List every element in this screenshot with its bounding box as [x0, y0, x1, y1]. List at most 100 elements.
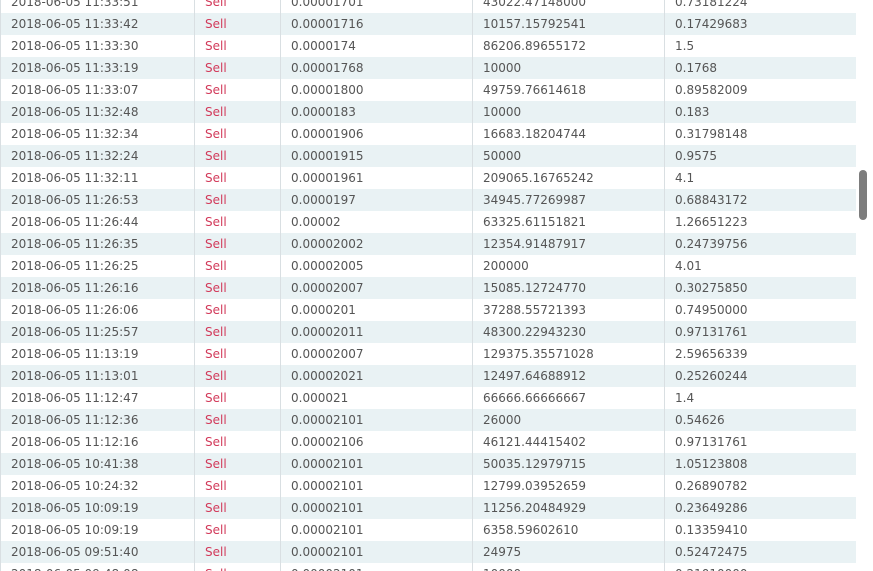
table-row: 2018-06-05 11:26:35 Sell 0.00002002 1235… [0, 233, 857, 255]
cell-price: 0.00002101 [280, 541, 473, 563]
vertical-scrollbar[interactable] [856, 0, 873, 571]
table-row: 2018-06-05 11:26:06 Sell 0.0000201 37288… [0, 299, 857, 321]
cell-amount: 129375.35571028 [472, 343, 665, 365]
cell-total: 0.31798148 [664, 123, 857, 145]
cell-price: 0.0000197 [280, 189, 473, 211]
cell-amount: 63325.61151821 [472, 211, 665, 233]
table-row: 2018-06-05 11:32:48 Sell 0.0000183 10000… [0, 101, 857, 123]
cell-amount: 11256.20484929 [472, 497, 665, 519]
cell-total: 2.59656339 [664, 343, 857, 365]
cell-price: 0.00002101 [280, 409, 473, 431]
table-row: 2018-06-05 11:33:19 Sell 0.00001768 1000… [0, 57, 857, 79]
cell-type: Sell [194, 79, 281, 101]
cell-amount: 48300.22943230 [472, 321, 665, 343]
cell-type: Sell [194, 365, 281, 387]
cell-total: 0.97131761 [664, 321, 857, 343]
trade-history-panel: 2018-06-05 11:33:51 Sell 0.00001701 4302… [0, 0, 873, 571]
cell-time: 2018-06-05 09:51:40 [0, 541, 195, 563]
cell-total: 0.54626 [664, 409, 857, 431]
cell-amount: 200000 [472, 255, 665, 277]
cell-time: 2018-06-05 11:13:01 [0, 365, 195, 387]
cell-total: 0.13359410 [664, 519, 857, 541]
cell-time: 2018-06-05 11:12:16 [0, 431, 195, 453]
cell-total: 1.5 [664, 35, 857, 57]
cell-time: 2018-06-05 09:48:08 [0, 563, 195, 571]
cell-total: 1.05123808 [664, 453, 857, 475]
cell-amount: 43022.47148000 [472, 0, 665, 13]
cell-type: Sell [194, 387, 281, 409]
cell-time: 2018-06-05 10:09:19 [0, 497, 195, 519]
cell-time: 2018-06-05 10:41:38 [0, 453, 195, 475]
table-row: 2018-06-05 11:33:30 Sell 0.0000174 86206… [0, 35, 857, 57]
table-row: 2018-06-05 11:13:19 Sell 0.00002007 1293… [0, 343, 857, 365]
cell-type: Sell [194, 563, 281, 571]
cell-time: 2018-06-05 11:26:44 [0, 211, 195, 233]
cell-price: 0.00002007 [280, 343, 473, 365]
cell-time: 2018-06-05 11:26:53 [0, 189, 195, 211]
table-row: 2018-06-05 11:26:16 Sell 0.00002007 1508… [0, 277, 857, 299]
cell-type: Sell [194, 497, 281, 519]
cell-amount: 50035.12979715 [472, 453, 665, 475]
cell-total: 4.1 [664, 167, 857, 189]
cell-price: 0.00002021 [280, 365, 473, 387]
cell-time: 2018-06-05 11:33:07 [0, 79, 195, 101]
cell-type: Sell [194, 123, 281, 145]
cell-total: 0.25260244 [664, 365, 857, 387]
cell-price: 0.00002 [280, 211, 473, 233]
table-row: 2018-06-05 11:32:11 Sell 0.00001961 2090… [0, 167, 857, 189]
cell-amount: 10157.15792541 [472, 13, 665, 35]
table-row: 2018-06-05 11:13:01 Sell 0.00002021 1249… [0, 365, 857, 387]
cell-time: 2018-06-05 10:09:19 [0, 519, 195, 541]
cell-price: 0.00001961 [280, 167, 473, 189]
table-row: 2018-06-05 10:09:19 Sell 0.00002101 6358… [0, 519, 857, 541]
cell-total: 0.97131761 [664, 431, 857, 453]
cell-type: Sell [194, 145, 281, 167]
cell-type: Sell [194, 167, 281, 189]
cell-price: 0.0000183 [280, 101, 473, 123]
cell-price: 0.00002101 [280, 475, 473, 497]
cell-time: 2018-06-05 11:33:51 [0, 0, 195, 13]
table-row: 2018-06-05 11:33:42 Sell 0.00001716 1015… [0, 13, 857, 35]
cell-price: 0.00001800 [280, 79, 473, 101]
cell-time: 2018-06-05 11:32:24 [0, 145, 195, 167]
cell-time: 2018-06-05 11:32:48 [0, 101, 195, 123]
cell-type: Sell [194, 321, 281, 343]
cell-price: 0.0000201 [280, 299, 473, 321]
cell-type: Sell [194, 189, 281, 211]
cell-type: Sell [194, 255, 281, 277]
cell-price: 0.000021 [280, 387, 473, 409]
cell-total: 1.4 [664, 387, 857, 409]
cell-amount: 209065.16765242 [472, 167, 665, 189]
cell-time: 2018-06-05 11:12:36 [0, 409, 195, 431]
cell-price: 0.00002106 [280, 431, 473, 453]
cell-price: 0.00002007 [280, 277, 473, 299]
cell-type: Sell [194, 431, 281, 453]
table-row: 2018-06-05 11:25:57 Sell 0.00002011 4830… [0, 321, 857, 343]
scrollbar-thumb[interactable] [859, 170, 867, 220]
cell-type: Sell [194, 233, 281, 255]
cell-price: 0.00001716 [280, 13, 473, 35]
cell-amount: 10000 [472, 563, 665, 571]
cell-time: 2018-06-05 11:13:19 [0, 343, 195, 365]
cell-price: 0.00002002 [280, 233, 473, 255]
cell-type: Sell [194, 57, 281, 79]
cell-total: 0.26890782 [664, 475, 857, 497]
cell-amount: 34945.77269987 [472, 189, 665, 211]
cell-price: 0.00002101 [280, 519, 473, 541]
cell-type: Sell [194, 211, 281, 233]
cell-type: Sell [194, 475, 281, 497]
cell-amount: 37288.55721393 [472, 299, 665, 321]
cell-type: Sell [194, 101, 281, 123]
cell-time: 2018-06-05 11:32:11 [0, 167, 195, 189]
cell-type: Sell [194, 453, 281, 475]
cell-time: 2018-06-05 11:32:34 [0, 123, 195, 145]
table-row: 2018-06-05 09:51:40 Sell 0.00002101 2497… [0, 541, 857, 563]
cell-price: 0.00002101 [280, 563, 473, 571]
table-row: 2018-06-05 09:48:08 Sell 0.00002101 1000… [0, 563, 857, 571]
cell-price: 0.00002101 [280, 453, 473, 475]
cell-time: 2018-06-05 11:25:57 [0, 321, 195, 343]
table-row: 2018-06-05 11:33:07 Sell 0.00001800 4975… [0, 79, 857, 101]
cell-type: Sell [194, 0, 281, 13]
cell-price: 0.00002011 [280, 321, 473, 343]
cell-total: 0.52472475 [664, 541, 857, 563]
